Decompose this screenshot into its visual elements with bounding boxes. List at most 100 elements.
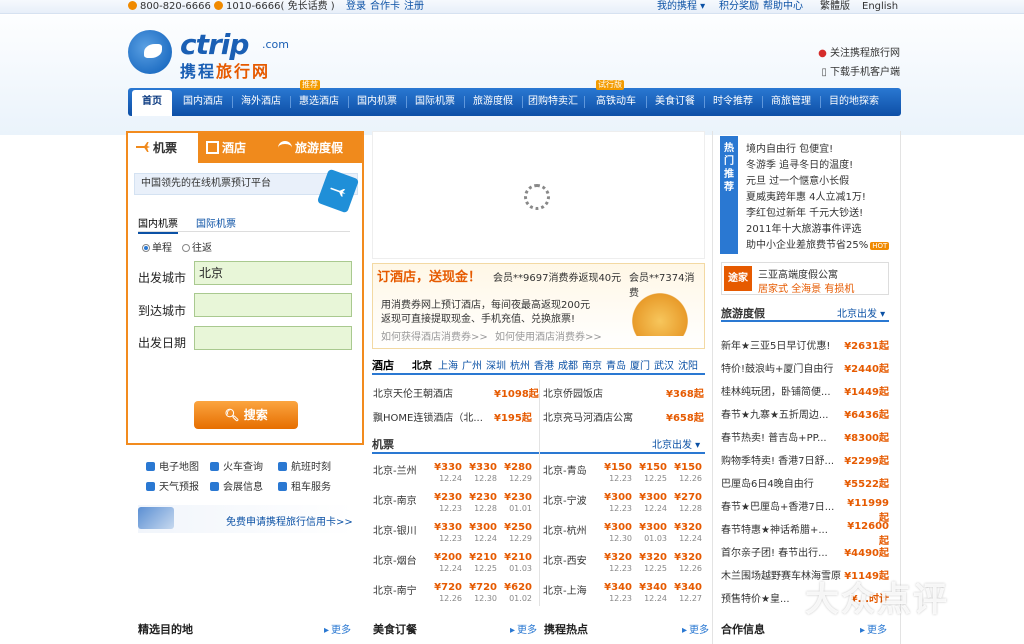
city-tab[interactable]: 武汉	[654, 357, 674, 372]
hotel-name[interactable]: 北京侨园饭店	[543, 385, 603, 400]
english-link[interactable]: English	[862, 0, 898, 13]
flight-price[interactable]: ¥340	[598, 582, 632, 593]
flight-route[interactable]: 北京-青岛	[543, 462, 587, 477]
nav-tab-group-buy[interactable]: 团购特卖汇	[526, 88, 580, 116]
destinations-more-link[interactable]: 更多	[324, 621, 351, 636]
tool-map[interactable]: 电子地图	[146, 458, 199, 473]
flight-price[interactable]: ¥300	[598, 492, 632, 503]
flight-price[interactable]: ¥230	[463, 492, 497, 503]
help-link[interactable]: 帮助中心	[763, 0, 803, 13]
from-city-input[interactable]: 北京	[194, 261, 352, 285]
flight-price[interactable]: ¥150	[598, 462, 632, 473]
travel-item[interactable]: 巴厘岛6日4晚自由行	[721, 475, 841, 490]
travel-item[interactable]: 春节热卖! 普吉岛+PP...	[721, 429, 841, 444]
traditional-link[interactable]: 繁體版	[820, 0, 850, 13]
travel-item[interactable]: 桂林纯玩团，卧铺简便...	[721, 383, 841, 398]
hot-item[interactable]: 冬游季 追寻冬日的温度!	[746, 156, 853, 171]
nav-tab-domestic-hotel[interactable]: 国内酒店	[178, 88, 228, 116]
travel-item[interactable]: 新年★三亚5日早订优惠!	[721, 337, 841, 352]
flight-price[interactable]: ¥270	[668, 492, 702, 503]
flight-price[interactable]: ¥250	[498, 522, 532, 533]
oneway-radio[interactable]: 单程	[142, 239, 172, 254]
hotel-name[interactable]: 北京天伦王朝酒店	[373, 385, 453, 400]
roundtrip-radio[interactable]: 往返	[182, 239, 212, 254]
flight-depart-select[interactable]: 北京出发 ▾	[652, 436, 700, 451]
hot-item[interactable]: 李红包过新年 千元大钞送!	[746, 204, 863, 219]
flight-price[interactable]: ¥330	[428, 462, 462, 473]
flight-price[interactable]: ¥320	[668, 552, 702, 563]
nav-tab-dining[interactable]: 美食订餐	[650, 88, 700, 116]
tujia-ad[interactable]: 途家 三亚高端度假公寓 居家式 全海景 有损机	[721, 262, 889, 295]
tool-train[interactable]: 火车查询	[210, 458, 263, 473]
flight-price[interactable]: ¥320	[633, 552, 667, 563]
flight-price[interactable]: ¥720	[463, 582, 497, 593]
tab-flight[interactable]: 机票	[128, 133, 198, 163]
subtab-international[interactable]: 国际机票	[196, 215, 236, 230]
flight-route[interactable]: 北京-宁波	[543, 492, 587, 507]
flight-price[interactable]: ¥230	[498, 492, 532, 503]
flight-route[interactable]: 北京-烟台	[373, 552, 417, 567]
travel-item[interactable]: 特价!鼓浪屿+厦门自由行	[721, 360, 841, 375]
travel-item[interactable]: 购物季特卖! 香港7日舒...	[721, 452, 841, 467]
ctrip-logo[interactable]: ctrip .com 携程旅行网	[128, 26, 308, 81]
travel-item[interactable]: 春节特惠★神话希腊+...	[721, 521, 841, 536]
flight-price[interactable]: ¥230	[428, 492, 462, 503]
hot-item[interactable]: 助中小企业差旅费节省25% HOT	[746, 236, 890, 251]
flight-price[interactable]: ¥150	[633, 462, 667, 473]
city-tab[interactable]: 广州	[462, 357, 482, 372]
search-button[interactable]: 🔍︎ 搜索	[194, 401, 298, 429]
hotel-cashback-ad[interactable]: 订酒店，送现金！ 会员**9697消费券返现40元 会员**7374消费 用消费…	[372, 263, 705, 349]
tool-weather[interactable]: 天气预报	[146, 478, 199, 493]
flight-price[interactable]: ¥320	[598, 552, 632, 563]
partner-more-link[interactable]: 更多	[860, 621, 887, 636]
flight-price[interactable]: ¥200	[428, 552, 462, 563]
nav-tab-overseas-hotel[interactable]: 海外酒店	[236, 88, 286, 116]
register-link[interactable]: 注册	[404, 0, 424, 13]
hotel-ad-get-voucher-link[interactable]: 如何获得酒店消费券>>	[381, 328, 488, 343]
flight-price[interactable]: ¥320	[668, 522, 702, 533]
to-city-input[interactable]	[194, 293, 352, 317]
flight-route[interactable]: 北京-杭州	[543, 522, 587, 537]
flight-route[interactable]: 北京-兰州	[373, 462, 417, 477]
flight-route[interactable]: 北京-南京	[373, 492, 417, 507]
flight-price[interactable]: ¥340	[633, 582, 667, 593]
hot-item[interactable]: 夏威夷跨年惠 4人立减1万!	[746, 188, 866, 203]
nav-tab-seasonal[interactable]: 时令推荐	[708, 88, 758, 116]
login-link[interactable]: 登录	[346, 0, 366, 13]
tool-expo[interactable]: 会展信息	[210, 478, 263, 493]
nav-tab-intl-flight[interactable]: 国际机票	[410, 88, 460, 116]
nav-tab-high-speed-rail[interactable]: 高铁动车	[590, 88, 642, 116]
flight-route[interactable]: 北京-西安	[543, 552, 587, 567]
flight-price[interactable]: ¥340	[668, 582, 702, 593]
city-tab[interactable]: 深圳	[486, 357, 506, 372]
flight-price[interactable]: ¥330	[428, 522, 462, 533]
credit-card-ad[interactable]: 免费申请携程旅行信用卡>>	[138, 505, 353, 533]
depart-date-input[interactable]	[194, 326, 352, 350]
flight-price[interactable]: ¥300	[633, 492, 667, 503]
flight-price[interactable]: ¥300	[633, 522, 667, 533]
hotspot-more-link[interactable]: 更多	[682, 621, 709, 636]
flight-price[interactable]: ¥300	[463, 522, 497, 533]
city-tab[interactable]: 北京	[412, 357, 432, 372]
nav-tab-business-travel[interactable]: 商旅管理	[766, 88, 816, 116]
flight-price[interactable]: ¥300	[598, 522, 632, 533]
nav-tab-domestic-flight[interactable]: 国内机票	[352, 88, 402, 116]
flight-price[interactable]: ¥210	[463, 552, 497, 563]
city-tab[interactable]: 上海	[438, 357, 458, 372]
flight-price[interactable]: ¥720	[428, 582, 462, 593]
tab-vacation[interactable]: 旅游度假	[278, 133, 362, 163]
nav-tab-destination[interactable]: 目的地探索	[824, 88, 884, 116]
hotel-name[interactable]: 北京亮马河酒店公寓	[543, 409, 633, 424]
city-tab[interactable]: 成都	[558, 357, 578, 372]
tab-hotel[interactable]: 酒店	[206, 133, 270, 163]
city-tab[interactable]: 香港	[534, 357, 554, 372]
travel-item[interactable]: 首尔亲子团! 春节出行...	[721, 544, 841, 559]
city-tab[interactable]: 青岛	[606, 357, 626, 372]
flight-route[interactable]: 北京-上海	[543, 582, 587, 597]
city-tab[interactable]: 杭州	[510, 357, 530, 372]
hotel-name[interactable]: 飘HOME连锁酒店（北...	[373, 409, 483, 424]
flight-route[interactable]: 北京-南宁	[373, 582, 417, 597]
nav-tab-home[interactable]: 首页	[132, 90, 172, 116]
hotel-ad-use-voucher-link[interactable]: 如何使用酒店消费券>>	[495, 328, 602, 343]
nav-tab-deal-hotel[interactable]: 惠选酒店	[294, 88, 344, 116]
